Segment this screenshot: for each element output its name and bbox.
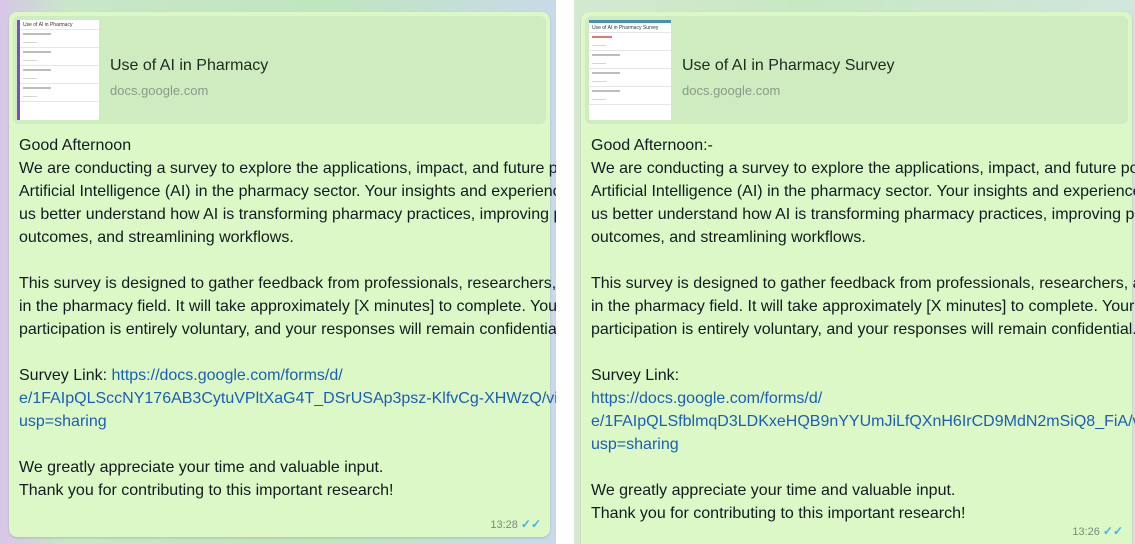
survey-link-label: Survey Link: — [591, 367, 680, 384]
survey-link-row: Survey Link: https://docs.google.com/for… — [19, 364, 536, 387]
link-preview-domain: docs.google.com — [682, 83, 781, 98]
greeting: Good Afternoon — [19, 137, 132, 154]
survey-link-label: Survey Link: — [19, 367, 112, 384]
paragraph-1-line: We are conducting a survey to explore th… — [591, 160, 1135, 177]
closing-line: Thank you for contributing to this impor… — [591, 505, 966, 522]
paragraph-2-line: in the pharmacy field. It will take appr… — [591, 298, 1135, 315]
chat-panel-left: Use of AI in Pharmacy Use of AI in Pharm… — [0, 0, 556, 544]
paragraph-1-line: We are conducting a survey to explore th… — [19, 160, 556, 177]
link-preview-card[interactable]: Use of AI in Pharmacy Survey Use of AI i… — [585, 16, 1128, 124]
paragraph-1-line: us better understand how AI is transform… — [591, 206, 1135, 223]
thumbnail-title: Use of AI in Pharmacy Survey — [589, 23, 671, 33]
paragraph-2-line: in the pharmacy field. It will take appr… — [19, 298, 556, 315]
message-time: 13:26 — [1072, 526, 1100, 538]
paragraph-1-line: us better understand how AI is transform… — [19, 206, 556, 223]
paragraph-2-line: participation is entirely voluntary, and… — [591, 321, 1135, 338]
message-bubble[interactable]: Use of AI in Pharmacy Use of AI in Pharm… — [9, 12, 556, 537]
form-thumbnail: Use of AI in Pharmacy — [17, 20, 99, 120]
link-preview-title: Use of AI in Pharmacy — [110, 57, 269, 74]
message-time: 13:28 — [490, 519, 518, 531]
message-text: Good Afternoon We are conducting a surve… — [19, 134, 556, 502]
link-preview-title: Use of AI in Pharmacy Survey — [682, 57, 895, 74]
paragraph-2-line: This survey is designed to gather feedba… — [19, 275, 556, 292]
survey-link[interactable]: https://docs.google.com/forms/d/ — [111, 367, 342, 384]
closing-line: We greatly appreciate your time and valu… — [19, 459, 384, 476]
message-bubble[interactable]: Use of AI in Pharmacy Survey Use of AI i… — [581, 12, 1135, 544]
link-preview-domain: docs.google.com — [110, 83, 209, 98]
survey-link[interactable]: usp=sharing — [591, 433, 1118, 456]
form-thumbnail: Use of AI in Pharmacy Survey — [589, 20, 671, 120]
closing-line: Thank you for contributing to this impor… — [19, 482, 394, 499]
paragraph-1-line: outcomes, and streamlining workflows. — [19, 229, 294, 246]
paragraph-2-line: This survey is designed to gather feedba… — [591, 275, 1135, 292]
read-receipt-icon: ✓✓ — [1102, 524, 1123, 538]
greeting: Good Afternoon:- — [591, 137, 713, 154]
survey-link[interactable]: e/1FAIpQLSccNY176AB3CytuVPltXaG4T_DSrUSA… — [19, 387, 556, 410]
survey-link[interactable]: https://docs.google.com/forms/d/ — [591, 387, 1118, 410]
message-text: Good Afternoon:- We are conducting a sur… — [591, 134, 1135, 525]
paragraph-1-line: Artificial Intelligence (AI) in the phar… — [19, 183, 556, 200]
survey-link[interactable]: e/1FAIpQLSfblmqD3LDKxeHQB9nYYUmJiLfQXnH6… — [591, 410, 1135, 433]
message-meta: 13:26 ✓✓ — [1072, 524, 1123, 538]
message-meta: 13:28 ✓✓ — [490, 517, 541, 531]
read-receipt-icon: ✓✓ — [520, 517, 541, 531]
link-preview-card[interactable]: Use of AI in Pharmacy Use of AI in Pharm… — [13, 16, 546, 124]
paragraph-1-line: outcomes, and streamlining workflows. — [591, 229, 866, 246]
thumbnail-title: Use of AI in Pharmacy — [20, 20, 99, 30]
closing-line: We greatly appreciate your time and valu… — [591, 482, 956, 499]
survey-link[interactable]: usp=sharing — [19, 410, 536, 433]
paragraph-1-line: Artificial Intelligence (AI) in the phar… — [591, 183, 1135, 200]
chat-panel-right: Use of AI in Pharmacy Survey Use of AI i… — [574, 0, 1135, 544]
paragraph-2-line: participation is entirely voluntary, and… — [19, 321, 556, 338]
